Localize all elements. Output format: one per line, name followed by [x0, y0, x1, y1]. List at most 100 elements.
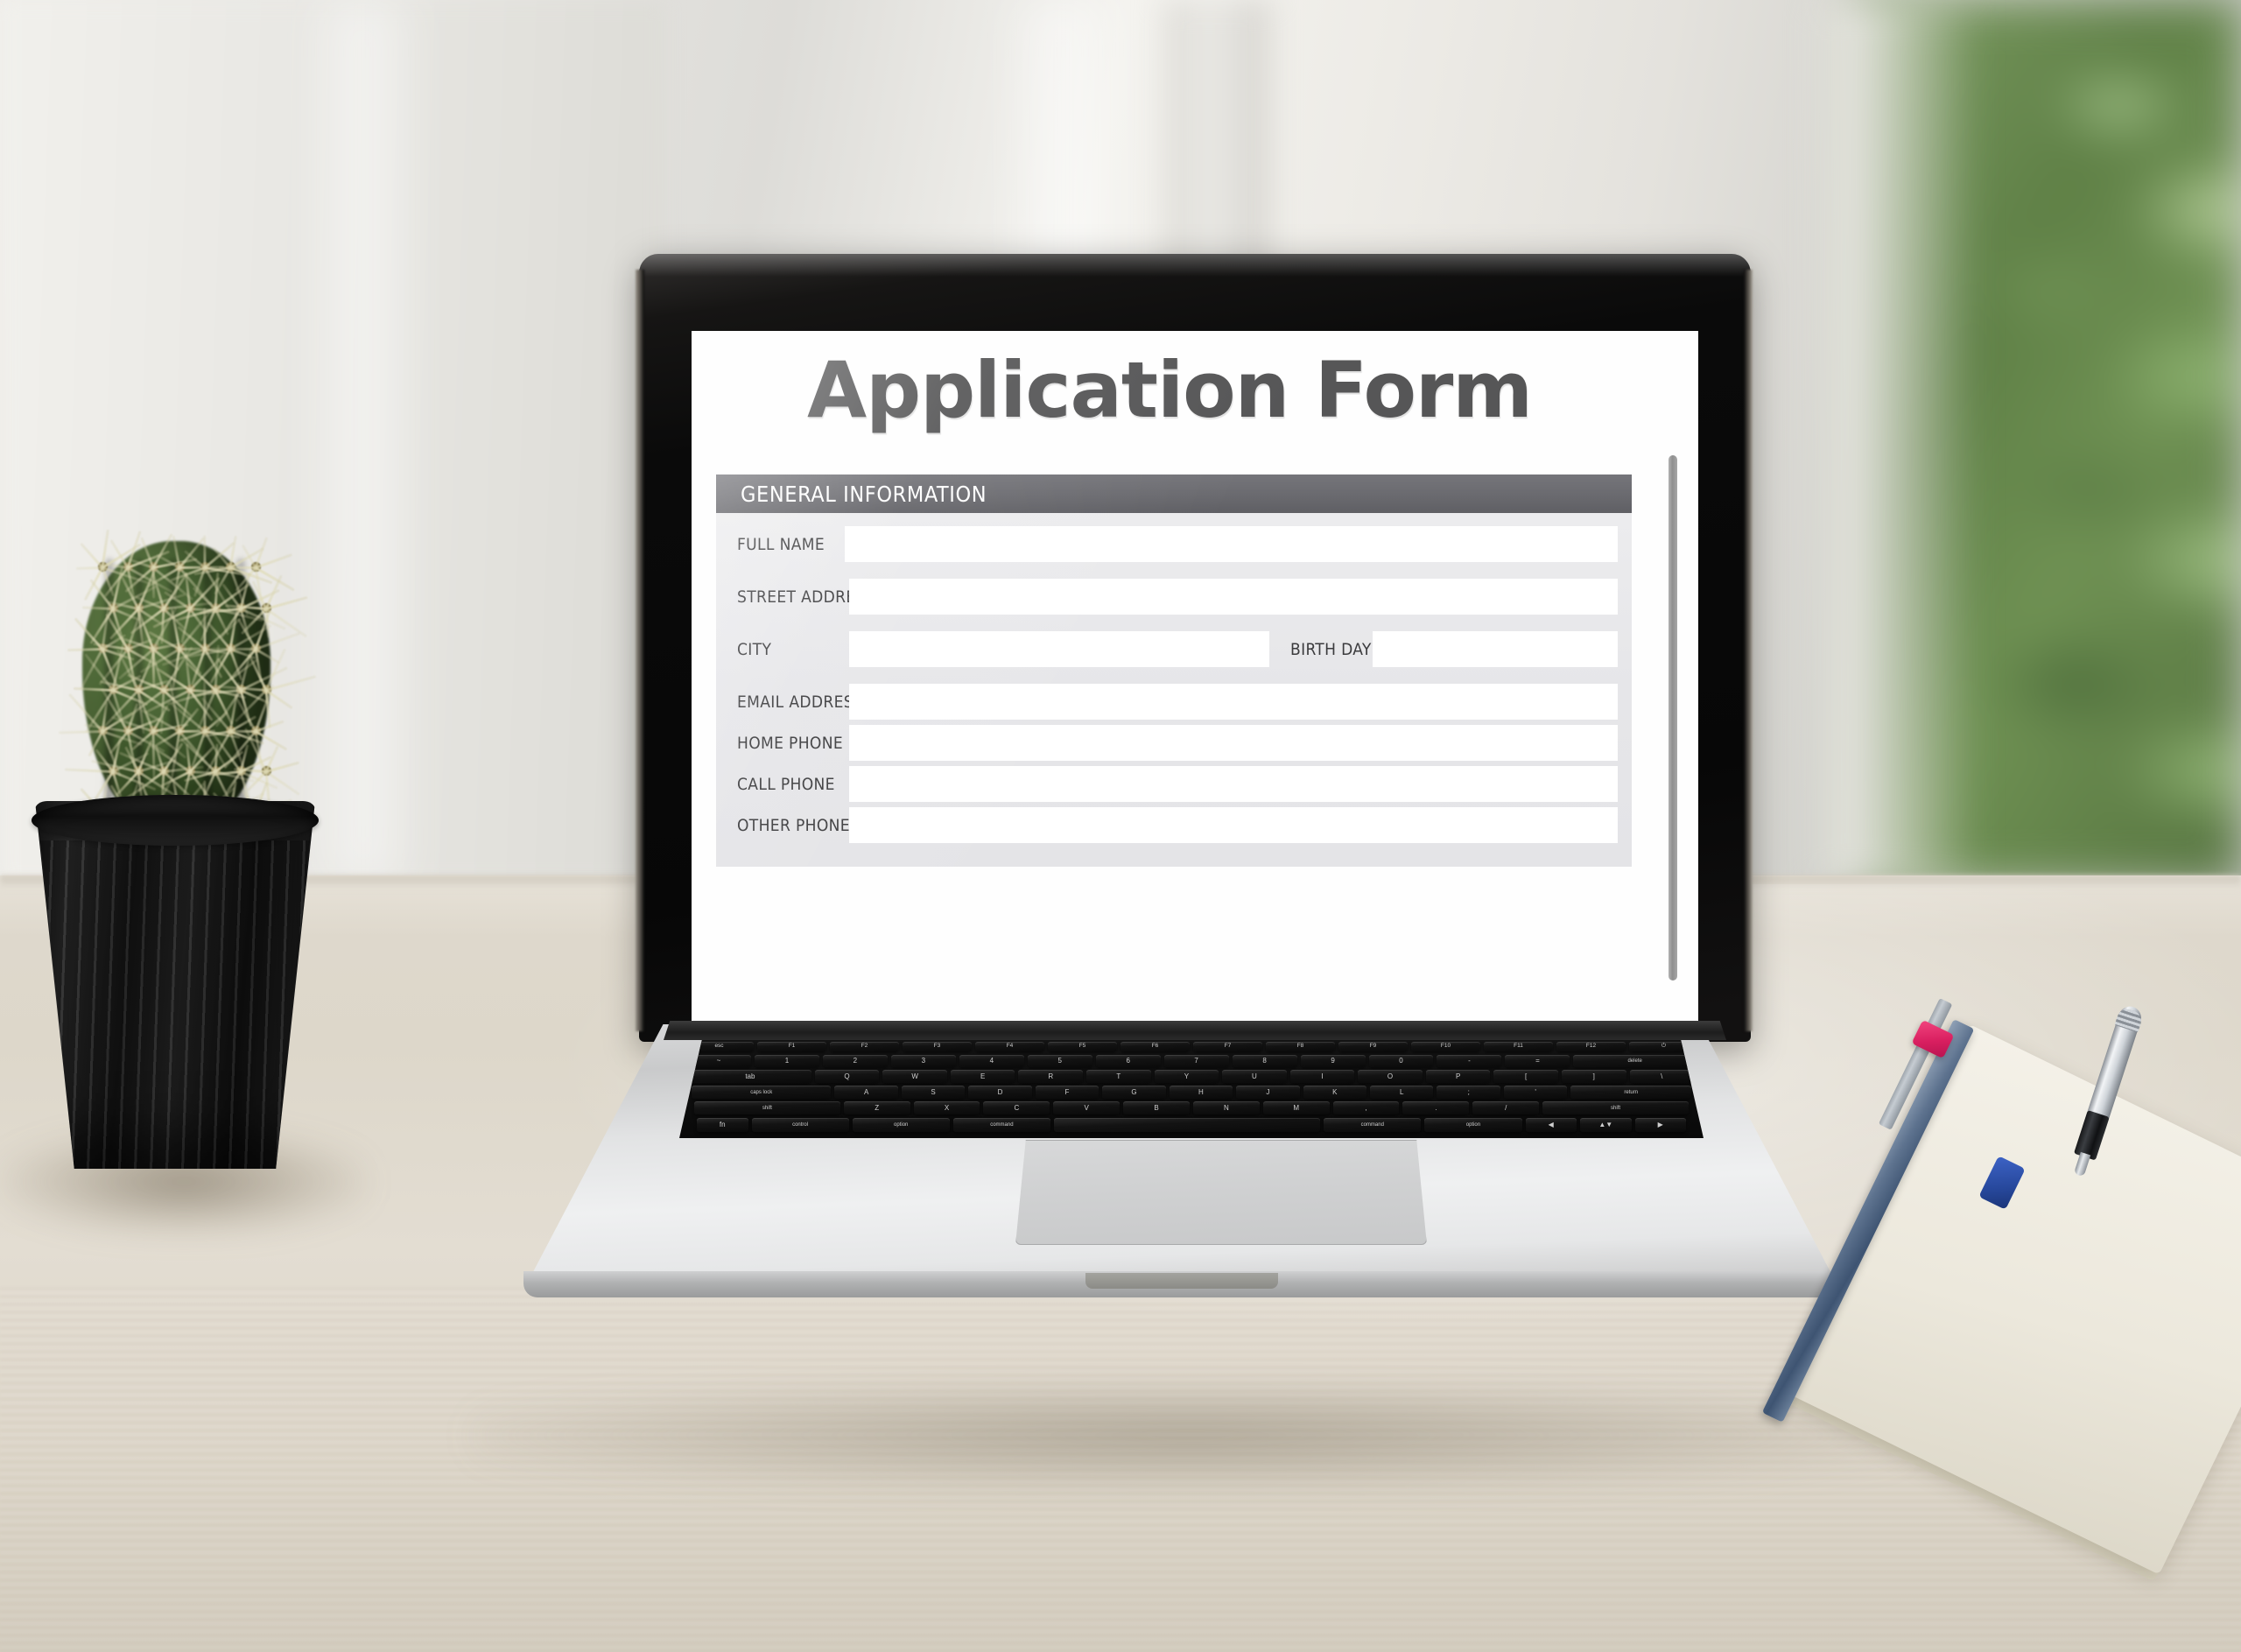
key-tab[interactable]: tab — [689, 1070, 811, 1083]
key-v[interactable]: V — [1053, 1101, 1120, 1114]
key-t[interactable]: T — [1086, 1070, 1151, 1083]
key-9[interactable]: 9 — [1300, 1055, 1366, 1067]
keyboard-row[interactable]: caps lock A S D F G H J K L; ' return — [692, 1086, 1692, 1099]
key-space[interactable] — [1053, 1118, 1321, 1132]
key-z[interactable]: Z — [843, 1101, 910, 1114]
key-f10[interactable]: F10 — [1411, 1042, 1480, 1051]
input-home-phone[interactable] — [849, 725, 1618, 761]
key-c[interactable]: C — [983, 1101, 1050, 1114]
key-5[interactable]: 5 — [1027, 1055, 1092, 1067]
laptop-hinge — [664, 1021, 1726, 1040]
input-email-address[interactable] — [849, 684, 1618, 720]
key-k[interactable]: K — [1303, 1086, 1367, 1099]
key-u[interactable]: U — [1222, 1070, 1287, 1083]
cactus-spine — [227, 729, 256, 733]
key-caps-lock[interactable]: caps lock — [692, 1086, 832, 1099]
input-other-phone[interactable] — [849, 807, 1618, 843]
key--[interactable]: / — [1472, 1101, 1540, 1114]
input-full-name[interactable] — [845, 526, 1618, 562]
key-y[interactable]: Y — [1154, 1070, 1219, 1083]
key--[interactable]: - — [1437, 1055, 1502, 1067]
key-6[interactable]: 6 — [1095, 1055, 1161, 1067]
key-3[interactable]: 3 — [890, 1055, 956, 1067]
key--[interactable]: ' — [1503, 1086, 1568, 1099]
key-w[interactable]: W — [882, 1070, 947, 1083]
form-row-email-address: EMAIL ADDRESS — [716, 683, 1632, 721]
key-h[interactable]: H — [1169, 1086, 1233, 1099]
key-q[interactable]: Q — [814, 1070, 880, 1083]
key-option[interactable]: option — [1424, 1118, 1522, 1132]
input-birth-day[interactable] — [1373, 631, 1618, 667]
key-b[interactable]: B — [1123, 1101, 1190, 1114]
key-shift[interactable]: shift — [1542, 1101, 1689, 1114]
keyboard-row[interactable]: ~1 2 3 4 5 6 7 8 9 0- = delete — [686, 1055, 1697, 1067]
key-f2[interactable]: F2 — [830, 1042, 899, 1051]
laptop-screen[interactable]: Application Form GENERAL INFORMATION FUL… — [692, 331, 1698, 1031]
section-header-label: GENERAL INFORMATION — [741, 481, 987, 507]
key-i[interactable]: I — [1289, 1070, 1355, 1083]
lid-top-highlight — [639, 254, 1751, 277]
key-o[interactable]: O — [1358, 1070, 1423, 1083]
key-f12[interactable]: F12 — [1556, 1042, 1626, 1051]
key--[interactable]: . — [1402, 1101, 1470, 1114]
key-1[interactable]: 1 — [754, 1055, 819, 1067]
trackpad[interactable] — [1015, 1140, 1427, 1245]
key-n[interactable]: N — [1192, 1101, 1260, 1114]
key-command[interactable]: command — [952, 1118, 1050, 1132]
label-email-address: EMAIL ADDRESS — [737, 692, 864, 712]
key-r[interactable]: R — [1018, 1070, 1084, 1083]
key--[interactable]: = — [1505, 1055, 1570, 1067]
key-f11[interactable]: F11 — [1484, 1042, 1553, 1051]
key-d[interactable]: D — [968, 1086, 1032, 1099]
cactus-spine — [218, 566, 256, 569]
key-a[interactable]: A — [834, 1086, 898, 1099]
input-call-phone[interactable] — [849, 766, 1618, 802]
key-g[interactable]: G — [1102, 1086, 1166, 1099]
key--[interactable]: ; — [1437, 1086, 1500, 1099]
form-row-full-name: FULL NAME — [716, 525, 1632, 563]
key-f9[interactable]: F9 — [1338, 1042, 1408, 1051]
key--[interactable]: \ — [1629, 1070, 1695, 1083]
key--[interactable]: , — [1332, 1101, 1400, 1114]
input-street-address[interactable] — [849, 579, 1618, 615]
key-delete[interactable]: delete — [1573, 1055, 1697, 1067]
key-7[interactable]: 7 — [1163, 1055, 1229, 1067]
key--[interactable]: ▶ — [1634, 1118, 1686, 1132]
key-e[interactable]: E — [950, 1070, 1015, 1083]
key-f4[interactable]: F4 — [975, 1042, 1044, 1051]
key-m[interactable]: M — [1262, 1101, 1330, 1114]
key-s[interactable]: S — [901, 1086, 966, 1099]
key-f3[interactable]: F3 — [903, 1042, 972, 1051]
key-l[interactable]: L — [1370, 1086, 1434, 1099]
key-4[interactable]: 4 — [959, 1055, 1024, 1067]
key-f6[interactable]: F6 — [1120, 1042, 1190, 1051]
key-p[interactable]: P — [1425, 1070, 1491, 1083]
key--[interactable]: ◀ — [1525, 1118, 1577, 1132]
key-f[interactable]: F — [1035, 1086, 1099, 1099]
key--[interactable]: ] — [1561, 1070, 1626, 1083]
key-j[interactable]: J — [1236, 1086, 1300, 1099]
keyboard-row[interactable]: esc F1 F2 F3 F4 F5 F6 F7 F8 F9 F10 F11 F12 ⏻ — [685, 1042, 1698, 1051]
keyboard[interactable]: esc F1 F2 F3 F4 F5 F6 F7 F8 F9 F10 F11 F12 ⏻ ~1 2 3 4 5 6 7 8… — [679, 1040, 1704, 1138]
key-8[interactable]: 8 — [1232, 1055, 1297, 1067]
keyboard-row[interactable]: shift Z X C V B N M,. / shift — [694, 1101, 1689, 1114]
input-city[interactable] — [849, 631, 1269, 667]
scrollbar-thumb[interactable] — [1668, 455, 1677, 981]
key-control[interactable]: control — [751, 1118, 849, 1132]
keyboard-row[interactable]: fn control option command command option ◀ ▲▼ ▶ — [697, 1118, 1686, 1132]
key-f5[interactable]: F5 — [1048, 1042, 1117, 1051]
key-f7[interactable]: F7 — [1193, 1042, 1262, 1051]
key-2[interactable]: 2 — [822, 1055, 888, 1067]
key-shift[interactable]: shift — [694, 1101, 840, 1114]
key--[interactable]: ▲▼ — [1580, 1118, 1632, 1132]
key-x[interactable]: X — [913, 1101, 980, 1114]
key-option[interactable]: option — [852, 1118, 950, 1132]
key-f8[interactable]: F8 — [1266, 1042, 1335, 1051]
key-return[interactable]: return — [1570, 1086, 1692, 1099]
keyboard-row[interactable]: tab Q W E R T Y U I O P[] \ — [689, 1070, 1695, 1083]
key-0[interactable]: 0 — [1368, 1055, 1434, 1067]
key-fn[interactable]: fn — [697, 1118, 748, 1132]
key-command[interactable]: command — [1324, 1118, 1422, 1132]
key-f1[interactable]: F1 — [757, 1042, 826, 1051]
key--[interactable]: [ — [1493, 1070, 1558, 1083]
